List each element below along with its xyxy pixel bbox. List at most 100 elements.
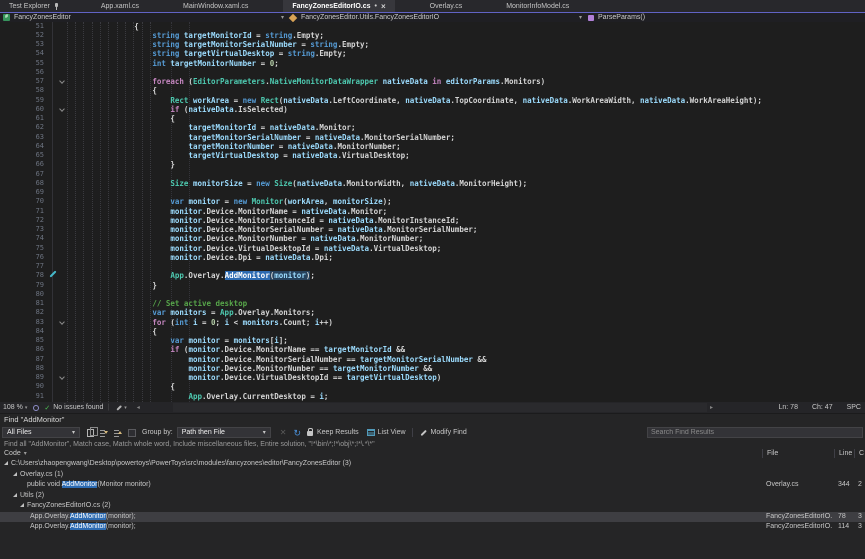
code-line[interactable]: 61 { [0,114,865,123]
line-number[interactable]: 74 [0,234,44,243]
member-dropdown[interactable]: ParseParams() [585,13,865,22]
column-header-col[interactable]: C [854,449,865,458]
expanded-triangle-icon[interactable] [20,503,24,507]
code-line[interactable]: 58 { [0,86,865,95]
line-number[interactable]: 55 [0,59,44,68]
document-tab[interactable]: MainWindow.xaml.cs [174,0,257,12]
line-number[interactable]: 77 [0,262,44,271]
line-number[interactable]: 64 [0,142,44,151]
code-line[interactable]: 78 App.Overlay.AddMonitor(monitor); [0,271,865,280]
line-number[interactable]: 67 [0,170,44,179]
collapse-all-button[interactable] [114,429,122,437]
code-line[interactable]: 87 monitor.Device.MonitorSerialNumber ==… [0,355,865,364]
scroll-left-arrow[interactable]: ◂ [137,404,140,411]
document-tab[interactable]: Overlay.cs [421,0,472,12]
code-line[interactable]: 73 monitor.Device.MonitorSerialNumber = … [0,225,865,234]
group-by-dropdown[interactable]: Path then File ▾ [177,427,271,438]
line-number[interactable]: 89 [0,373,44,382]
code-line[interactable]: 90 { [0,382,865,391]
line-number[interactable]: 87 [0,355,44,364]
code-line[interactable]: 64 targetMonitorNumber = nativeData.Moni… [0,142,865,151]
code-line[interactable]: 51 { [0,22,865,31]
search-find-results-input[interactable] [647,427,863,438]
line-number[interactable]: 54 [0,49,44,58]
line-number[interactable]: 58 [0,86,44,95]
line-number[interactable]: 60 [0,105,44,114]
line-number[interactable]: 83 [0,318,44,327]
scroll-right-arrow[interactable]: ▸ [710,404,713,411]
code-line[interactable]: 60 if (nativeData.IsSelected) [0,105,865,114]
line-number[interactable]: 62 [0,123,44,132]
line-number[interactable]: 70 [0,197,44,206]
copy-results-button[interactable] [87,429,94,437]
code-line[interactable]: 70 var monitor = new Monitor(workArea, m… [0,197,865,206]
code-line[interactable]: 66 } [0,160,865,169]
code-line[interactable]: 81 // Set active desktop [0,299,865,308]
document-tab[interactable]: MonitorInfoModel.cs [497,0,578,12]
document-health-icon[interactable] [33,405,39,411]
result-match-row[interactable]: public void AddMonitor(Monitor monitor)O… [0,480,865,491]
code-line[interactable]: 75 monitor.Device.VirtualDesktopId = nat… [0,244,865,253]
line-number[interactable]: 79 [0,281,44,290]
code-line[interactable]: 84 { [0,327,865,336]
line-number[interactable]: 53 [0,40,44,49]
line-number[interactable]: 65 [0,151,44,160]
line-number[interactable]: 78 [0,271,44,280]
line-number[interactable]: 56 [0,68,44,77]
line-number[interactable]: 76 [0,253,44,262]
line-number[interactable]: 68 [0,179,44,188]
line-number[interactable]: 73 [0,225,44,234]
line-number[interactable]: 63 [0,133,44,142]
result-match-row[interactable]: App.Overlay.AddMonitor(monitor);FancyZon… [0,522,865,533]
code-line[interactable]: 62 targetMonitorId = nativeData.Monitor; [0,123,865,132]
line-number[interactable]: 75 [0,244,44,253]
code-filter-dropdown[interactable]: Code▾ [4,449,27,459]
modify-find-button[interactable]: Modify Find [431,429,467,436]
close-icon[interactable]: × [381,2,386,11]
code-line[interactable]: 65 targetVirtualDesktop = nativeData.Vir… [0,151,865,160]
line-number[interactable]: 85 [0,336,44,345]
line-number[interactable]: 90 [0,382,44,391]
code-line[interactable]: 57 foreach (EditorParameters.NativeMonit… [0,77,865,86]
result-group-row[interactable]: C:\Users\zhaopengwang\Desktop\powertoys\… [0,459,865,470]
type-dropdown[interactable]: FancyZonesEditor.Utils.FancyZonesEditorI… [287,13,585,22]
document-tab[interactable]: FancyZonesEditorIO.cs•× [283,0,394,12]
code-line[interactable]: 88 monitor.Device.MonitorNumber == targe… [0,364,865,373]
line-number[interactable]: 66 [0,160,44,169]
code-line[interactable]: 67 [0,170,865,179]
code-line[interactable]: 59 Rect workArea = new Rect(nativeData.L… [0,96,865,105]
preview-toggle-button[interactable] [128,429,136,437]
code-line[interactable]: 76 monitor.Device.Dpi = nativeData.Dpi; [0,253,865,262]
expanded-triangle-icon[interactable] [13,493,17,497]
column-header-file[interactable]: File [762,449,834,458]
line-number[interactable]: 91 [0,392,44,401]
line-number[interactable]: 88 [0,364,44,373]
column-header-line[interactable]: Line [834,449,854,458]
code-line[interactable]: 86 if (monitor.Device.MonitorName == tar… [0,345,865,354]
code-line[interactable]: 55 int targetMonitorNumber = 0; [0,59,865,68]
code-line[interactable]: 72 monitor.Device.MonitorInstanceId = na… [0,216,865,225]
line-number[interactable]: 59 [0,96,44,105]
code-line[interactable]: 79 } [0,281,865,290]
code-line[interactable]: 85 var monitor = monitors[i]; [0,336,865,345]
expand-all-button[interactable] [100,429,108,437]
code-line[interactable]: 52 string targetMonitorId = string.Empty… [0,31,865,40]
code-line[interactable]: 83 for (int i = 0; i < monitors.Count; i… [0,318,865,327]
code-line[interactable]: 74 monitor.Device.MonitorNumber = native… [0,234,865,243]
code-line[interactable]: 56 [0,68,865,77]
repeat-search-button[interactable]: ↻ [293,429,301,437]
zoom-level-dropdown[interactable]: 108 % [3,404,23,411]
code-line[interactable]: 63 targetMonitorSerialNumber = nativeDat… [0,133,865,142]
code-line[interactable]: 89 monitor.Device.VirtualDesktopId == ta… [0,373,865,382]
tool-window-tab-test-explorer[interactable]: Test Explorer [0,0,64,12]
expanded-triangle-icon[interactable] [4,461,8,465]
code-line[interactable]: 82 var monitors = App.Overlay.Monitors; [0,308,865,317]
result-match-row[interactable]: App.Overlay.AddMonitor(monitor);FancyZon… [0,512,865,523]
document-tab[interactable]: App.xaml.cs [92,0,148,12]
horizontal-scrollbar[interactable] [173,403,707,412]
line-number[interactable]: 82 [0,308,44,317]
list-view-button[interactable]: List View [378,429,406,436]
line-number[interactable]: 52 [0,31,44,40]
result-group-row[interactable]: Utils (2) [0,491,865,502]
code-line[interactable]: 91 App.Overlay.CurrentDesktop = i; [0,392,865,401]
